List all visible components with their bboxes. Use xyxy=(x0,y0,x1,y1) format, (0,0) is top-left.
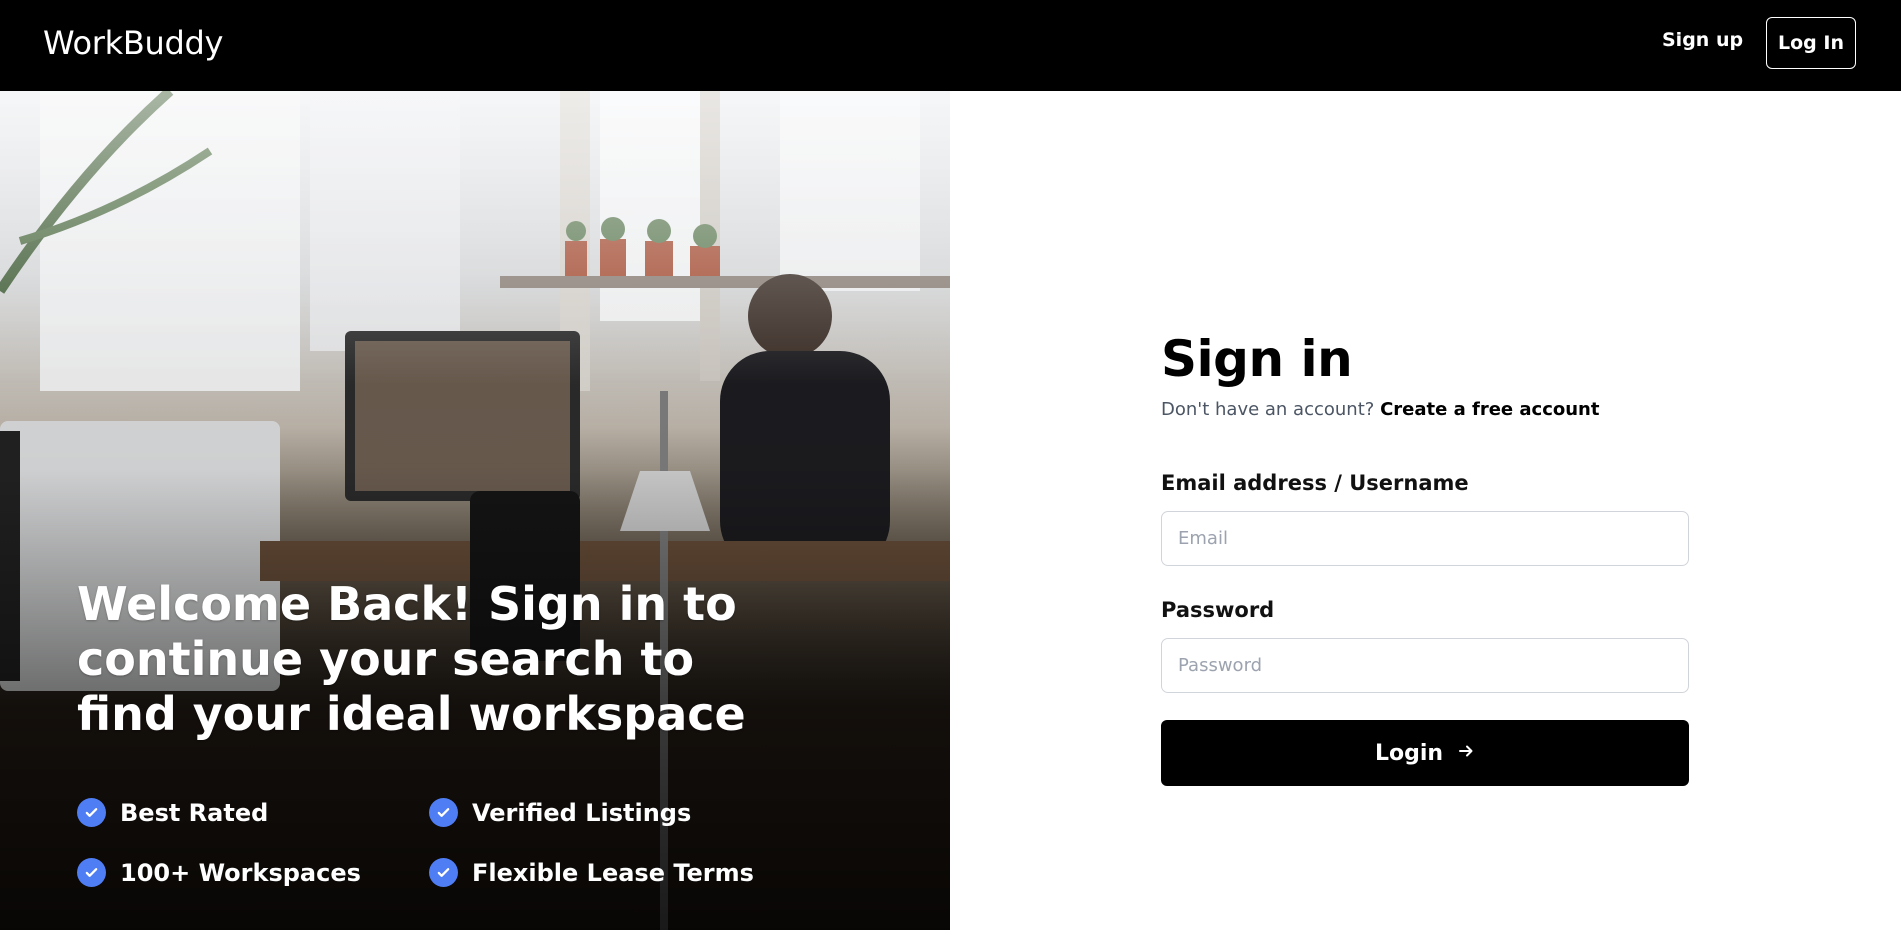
feature-verified-listings: Verified Listings xyxy=(429,798,691,827)
arrow-right-icon xyxy=(1457,741,1475,766)
signup-link[interactable]: Sign up xyxy=(1662,29,1743,51)
feature-label: Verified Listings xyxy=(472,798,692,827)
signin-subtitle: Don't have an account? Create a free acc… xyxy=(1161,399,1599,420)
signin-title: Sign in xyxy=(1161,330,1353,388)
feature-workspaces: 100+ Workspaces xyxy=(77,858,361,887)
email-field[interactable] xyxy=(1161,511,1689,566)
password-label: Password xyxy=(1161,598,1275,622)
feature-best-rated: Best Rated xyxy=(77,798,268,827)
login-nav-button[interactable]: Log In xyxy=(1766,17,1856,69)
password-field[interactable] xyxy=(1161,638,1689,693)
hero-image-panel: Welcome Back! Sign in to continue your s… xyxy=(0,91,950,930)
brand-logo[interactable]: WorkBuddy xyxy=(43,24,223,62)
check-circle-icon xyxy=(77,798,106,827)
create-account-link[interactable]: Create a free account xyxy=(1380,399,1599,420)
check-circle-icon xyxy=(77,858,106,887)
login-submit-button[interactable]: Login xyxy=(1161,720,1689,786)
feature-label: 100+ Workspaces xyxy=(120,858,361,887)
feature-label: Flexible Lease Terms xyxy=(472,858,754,887)
feature-flexible-lease: Flexible Lease Terms xyxy=(429,858,754,887)
feature-label: Best Rated xyxy=(120,798,269,827)
signin-subtitle-text: Don't have an account? xyxy=(1161,399,1375,420)
check-circle-icon xyxy=(429,858,458,887)
check-circle-icon xyxy=(429,798,458,827)
email-label: Email address / Username xyxy=(1161,471,1469,495)
hero-heading: Welcome Back! Sign in to continue your s… xyxy=(77,577,746,741)
login-button-label: Login xyxy=(1374,740,1444,766)
top-navbar: WorkBuddy Sign up Log In xyxy=(0,0,1901,91)
